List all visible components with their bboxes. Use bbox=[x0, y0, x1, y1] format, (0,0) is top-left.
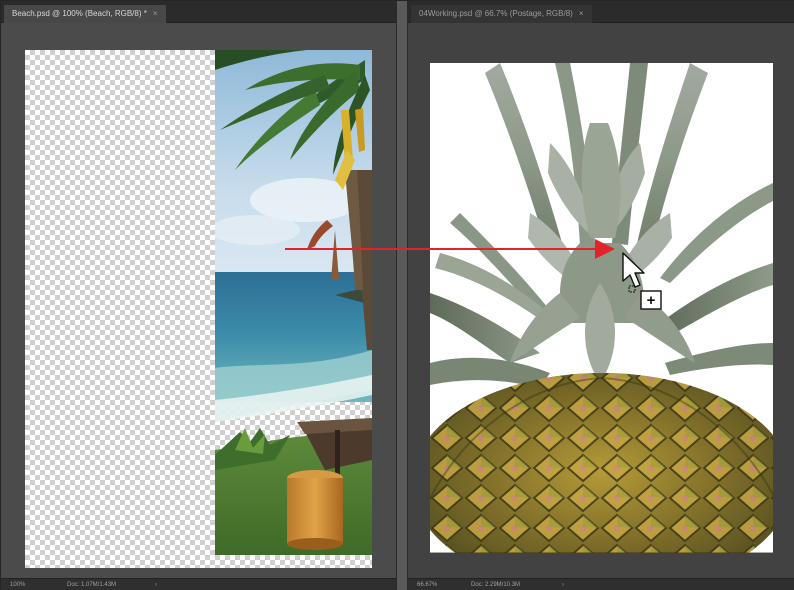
beach-image bbox=[215, 50, 372, 555]
tab-beach-title: Beach.psd @ 100% (Beach, RGB/8) * bbox=[12, 9, 147, 18]
zoom-level[interactable]: 100% bbox=[10, 579, 25, 590]
doc-size-info: Doc: 2.29M/10.3M bbox=[471, 582, 521, 588]
right-document-window: 04Working.psd @ 66.7% (Postage, RGB/8) × bbox=[408, 1, 794, 590]
status-menu-icon[interactable]: › bbox=[155, 579, 157, 590]
close-icon[interactable]: × bbox=[579, 9, 584, 18]
transparent-checkerboard-canvas[interactable] bbox=[25, 50, 372, 568]
pineapple-canvas[interactable] bbox=[430, 63, 773, 553]
left-canvas-area[interactable] bbox=[1, 23, 396, 578]
pineapple-image bbox=[430, 63, 773, 553]
photoshop-workspace: Beach.psd @ 100% (Beach, RGB/8) * × 100%… bbox=[0, 0, 794, 590]
left-tab-bar: Beach.psd @ 100% (Beach, RGB/8) * × bbox=[1, 1, 396, 23]
right-tab-bar: 04Working.psd @ 66.7% (Postage, RGB/8) × bbox=[408, 1, 794, 23]
tab-working-title: 04Working.psd @ 66.7% (Postage, RGB/8) bbox=[419, 9, 573, 18]
right-status-bar: 66.67% Doc: 2.29M/10.3M › bbox=[408, 578, 794, 590]
close-icon[interactable]: × bbox=[153, 9, 158, 18]
zoom-level[interactable]: 66.67% bbox=[417, 579, 437, 590]
left-status-bar: 100% Doc: 1.07M/1.43M › bbox=[1, 578, 396, 590]
tab-beach-psd[interactable]: Beach.psd @ 100% (Beach, RGB/8) * × bbox=[3, 4, 167, 23]
right-canvas-area[interactable] bbox=[408, 23, 794, 578]
status-menu-icon[interactable]: › bbox=[562, 579, 564, 590]
left-document-window: Beach.psd @ 100% (Beach, RGB/8) * × 100%… bbox=[1, 1, 396, 590]
doc-size-info: Doc: 1.07M/1.43M bbox=[67, 582, 117, 588]
window-divider[interactable] bbox=[396, 1, 408, 590]
tab-04working-psd[interactable]: 04Working.psd @ 66.7% (Postage, RGB/8) × bbox=[410, 4, 593, 23]
beach-photo[interactable] bbox=[215, 50, 372, 555]
